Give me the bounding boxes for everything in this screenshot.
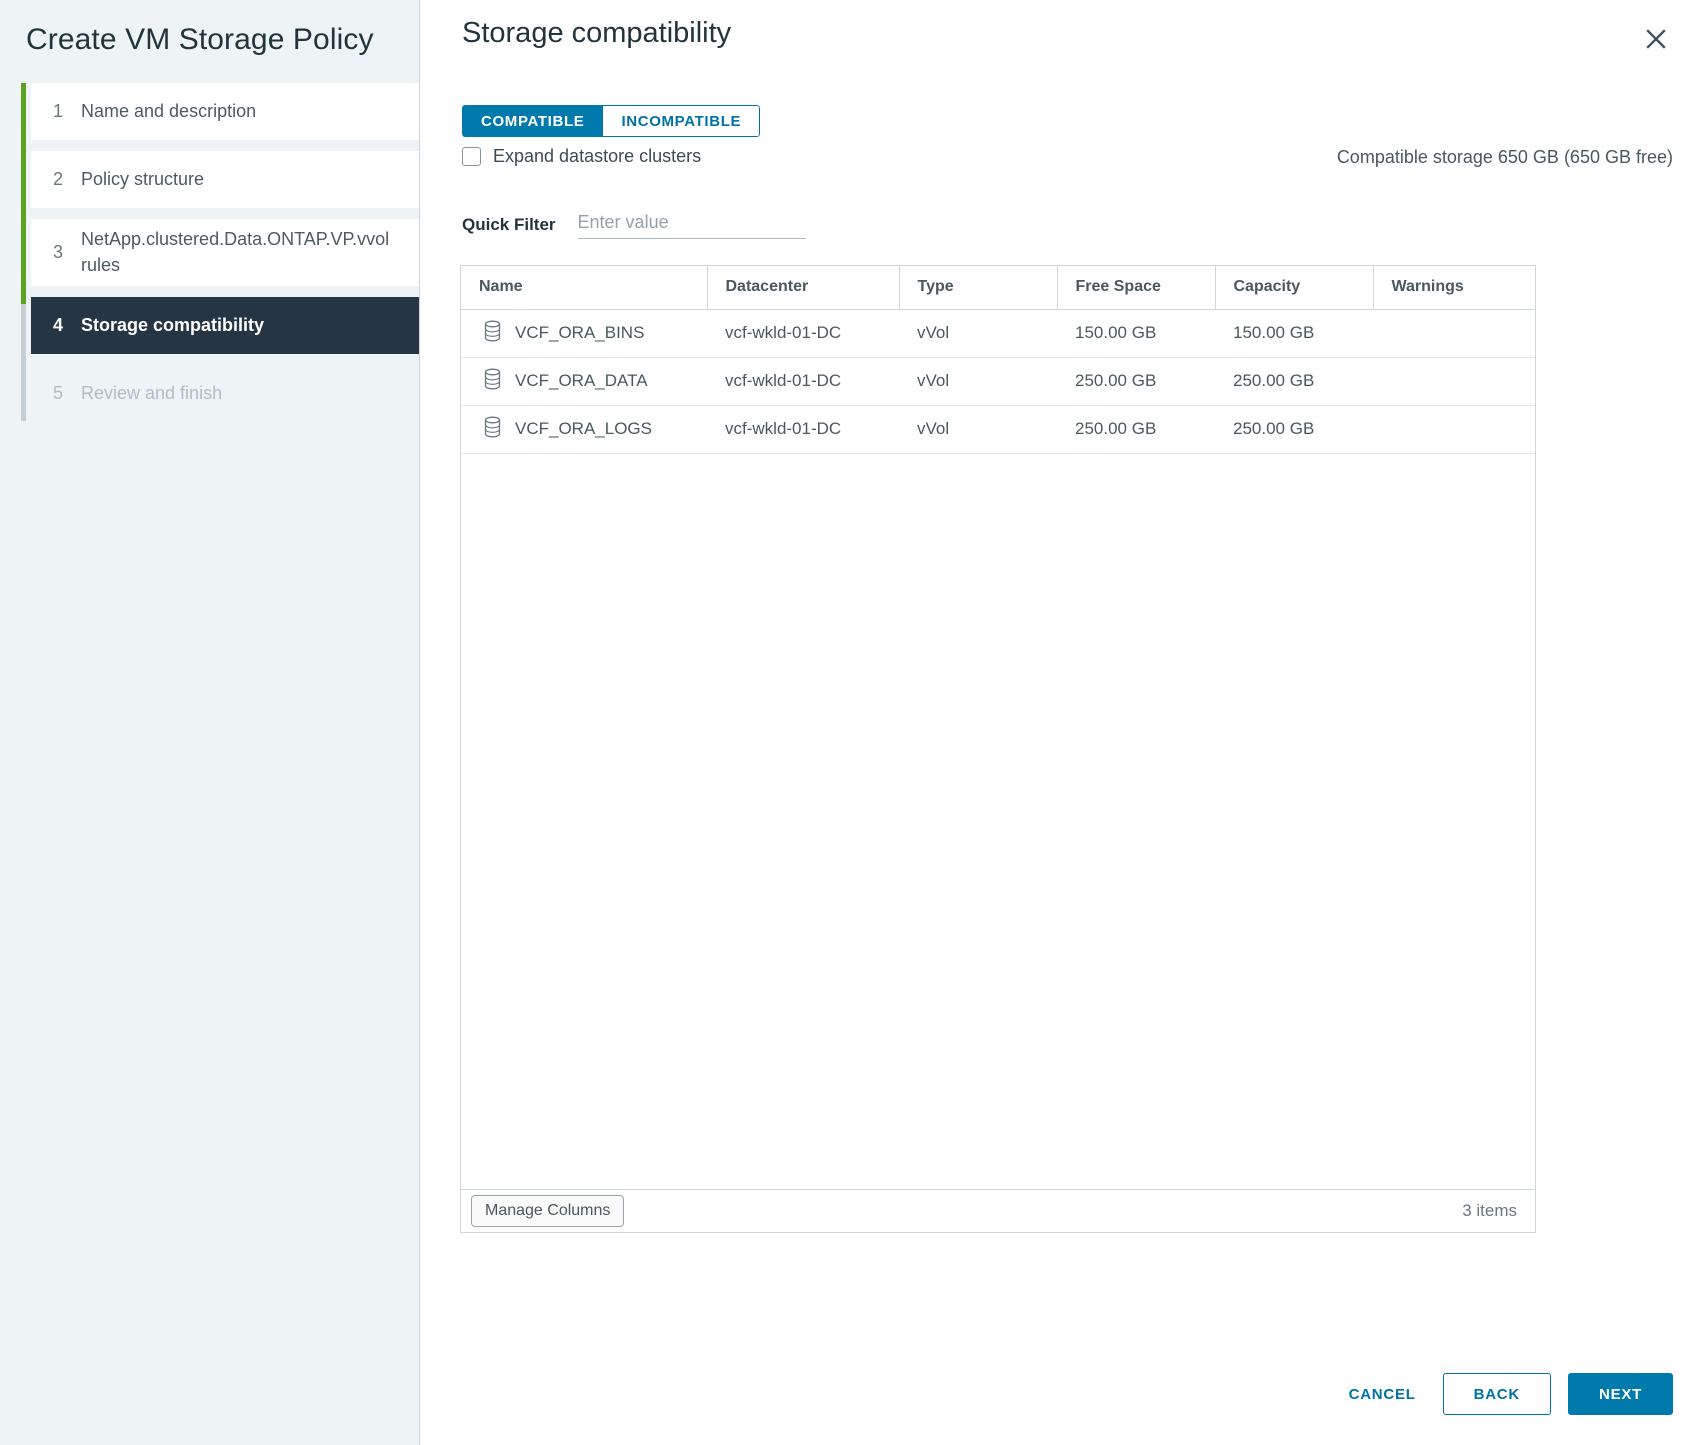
compatibility-filter-toggle: COMPATIBLE INCOMPATIBLE — [462, 105, 760, 137]
datastore-name: VCF_ORA_DATA — [515, 371, 648, 391]
next-button[interactable]: NEXT — [1568, 1373, 1673, 1415]
main-content: Storage compatibility COMPATIBLE INCOMPA… — [420, 0, 1695, 1445]
datastore-warnings — [1373, 309, 1536, 357]
datastore-table: Name Datacenter Type Free Space Capacity… — [460, 265, 1536, 1190]
tab-incompatible[interactable]: INCOMPATIBLE — [602, 105, 760, 137]
step-number: 5 — [53, 383, 81, 404]
table-row[interactable]: VCF_ORA_LOGS vcf-wkld-01-DC vVol 250.00 … — [461, 405, 1536, 453]
datastore-type: vVol — [899, 357, 1057, 405]
manage-columns-button[interactable]: Manage Columns — [471, 1195, 624, 1227]
tab-compatible[interactable]: COMPATIBLE — [462, 105, 602, 137]
datastore-icon — [483, 368, 502, 395]
datastore-datacenter: vcf-wkld-01-DC — [707, 405, 899, 453]
datastore-type: vVol — [899, 405, 1057, 453]
table-header-row: Name Datacenter Type Free Space Capacity… — [461, 266, 1536, 309]
items-count: 3 items — [1462, 1201, 1517, 1221]
sidebar-item-review-and-finish: 5 Review and finish — [31, 365, 419, 422]
datastore-capacity: 250.00 GB — [1215, 405, 1373, 453]
sidebar-item-name-and-description[interactable]: 1 Name and description — [31, 83, 419, 140]
column-header-type[interactable]: Type — [899, 266, 1057, 309]
table-header: Name Datacenter Type Free Space Capacity… — [461, 266, 1536, 309]
datastore-datacenter: vcf-wkld-01-DC — [707, 309, 899, 357]
datastore-warnings — [1373, 405, 1536, 453]
datastore-name: VCF_ORA_BINS — [515, 323, 644, 343]
table-row[interactable]: VCF_ORA_DATA vcf-wkld-01-DC vVol 250.00 … — [461, 357, 1536, 405]
page-title: Storage compatibility — [462, 17, 731, 50]
close-icon[interactable] — [1639, 22, 1673, 56]
datastore-icon — [483, 320, 502, 347]
step-number: 2 — [53, 169, 81, 190]
back-button[interactable]: BACK — [1443, 1373, 1551, 1415]
sidebar-item-storage-compatibility[interactable]: 4 Storage compatibility — [31, 297, 419, 354]
compatible-storage-summary: Compatible storage 650 GB (650 GB free) — [1337, 147, 1673, 168]
quick-filter-input[interactable] — [578, 210, 806, 239]
sidebar-item-netapp-vvol-rules[interactable]: 3 NetApp.clustered.Data.ONTAP.VP.vvol ru… — [31, 219, 419, 286]
expand-datastore-clusters-row[interactable]: Expand datastore clusters — [462, 146, 701, 167]
dialog-actions: CANCEL BACK NEXT — [1339, 1373, 1673, 1415]
datastore-type: vVol — [899, 309, 1057, 357]
wizard-steps: 1 Name and description 2 Policy structur… — [0, 83, 419, 422]
datastore-capacity: 150.00 GB — [1215, 309, 1373, 357]
datastore-free-space: 150.00 GB — [1057, 309, 1215, 357]
create-vm-storage-policy-dialog: Create VM Storage Policy 1 Name and desc… — [0, 0, 1695, 1445]
step-label: Storage compatibility — [81, 313, 264, 339]
column-header-warnings[interactable]: Warnings — [1373, 266, 1536, 309]
step-label: Policy structure — [81, 167, 204, 193]
sidebar-item-policy-structure[interactable]: 2 Policy structure — [31, 151, 419, 208]
column-header-capacity[interactable]: Capacity — [1215, 266, 1373, 309]
progress-rail-remaining — [21, 304, 26, 421]
step-label: NetApp.clustered.Data.ONTAP.VP.vvol rule… — [81, 227, 405, 278]
column-header-free-space[interactable]: Free Space — [1057, 266, 1215, 309]
expand-datastore-clusters-label: Expand datastore clusters — [493, 146, 701, 167]
table-row[interactable]: VCF_ORA_BINS vcf-wkld-01-DC vVol 150.00 … — [461, 309, 1536, 357]
table-body: VCF_ORA_BINS vcf-wkld-01-DC vVol 150.00 … — [461, 309, 1536, 453]
datastore-warnings — [1373, 357, 1536, 405]
datastore-icon — [483, 416, 502, 443]
step-label: Name and description — [81, 99, 256, 125]
wizard-sidebar: Create VM Storage Policy 1 Name and desc… — [0, 0, 420, 1445]
column-header-name[interactable]: Name — [461, 266, 707, 309]
expand-datastore-clusters-checkbox[interactable] — [462, 147, 481, 166]
quick-filter: Quick Filter — [462, 210, 806, 239]
column-header-datacenter[interactable]: Datacenter — [707, 266, 899, 309]
datastore-capacity: 250.00 GB — [1215, 357, 1373, 405]
datastore-name: VCF_ORA_LOGS — [515, 419, 652, 439]
datastore-free-space: 250.00 GB — [1057, 405, 1215, 453]
progress-rail-completed — [21, 83, 26, 304]
datastore-datacenter: vcf-wkld-01-DC — [707, 357, 899, 405]
step-number: 3 — [53, 242, 81, 263]
datastore-free-space: 250.00 GB — [1057, 357, 1215, 405]
step-label: Review and finish — [81, 381, 222, 407]
wizard-title: Create VM Storage Policy — [0, 0, 419, 58]
quick-filter-label: Quick Filter — [462, 215, 556, 239]
step-number: 1 — [53, 101, 81, 122]
table-footer: Manage Columns 3 items — [460, 1190, 1536, 1233]
step-number: 4 — [53, 315, 81, 336]
cancel-button[interactable]: CANCEL — [1339, 1373, 1426, 1415]
